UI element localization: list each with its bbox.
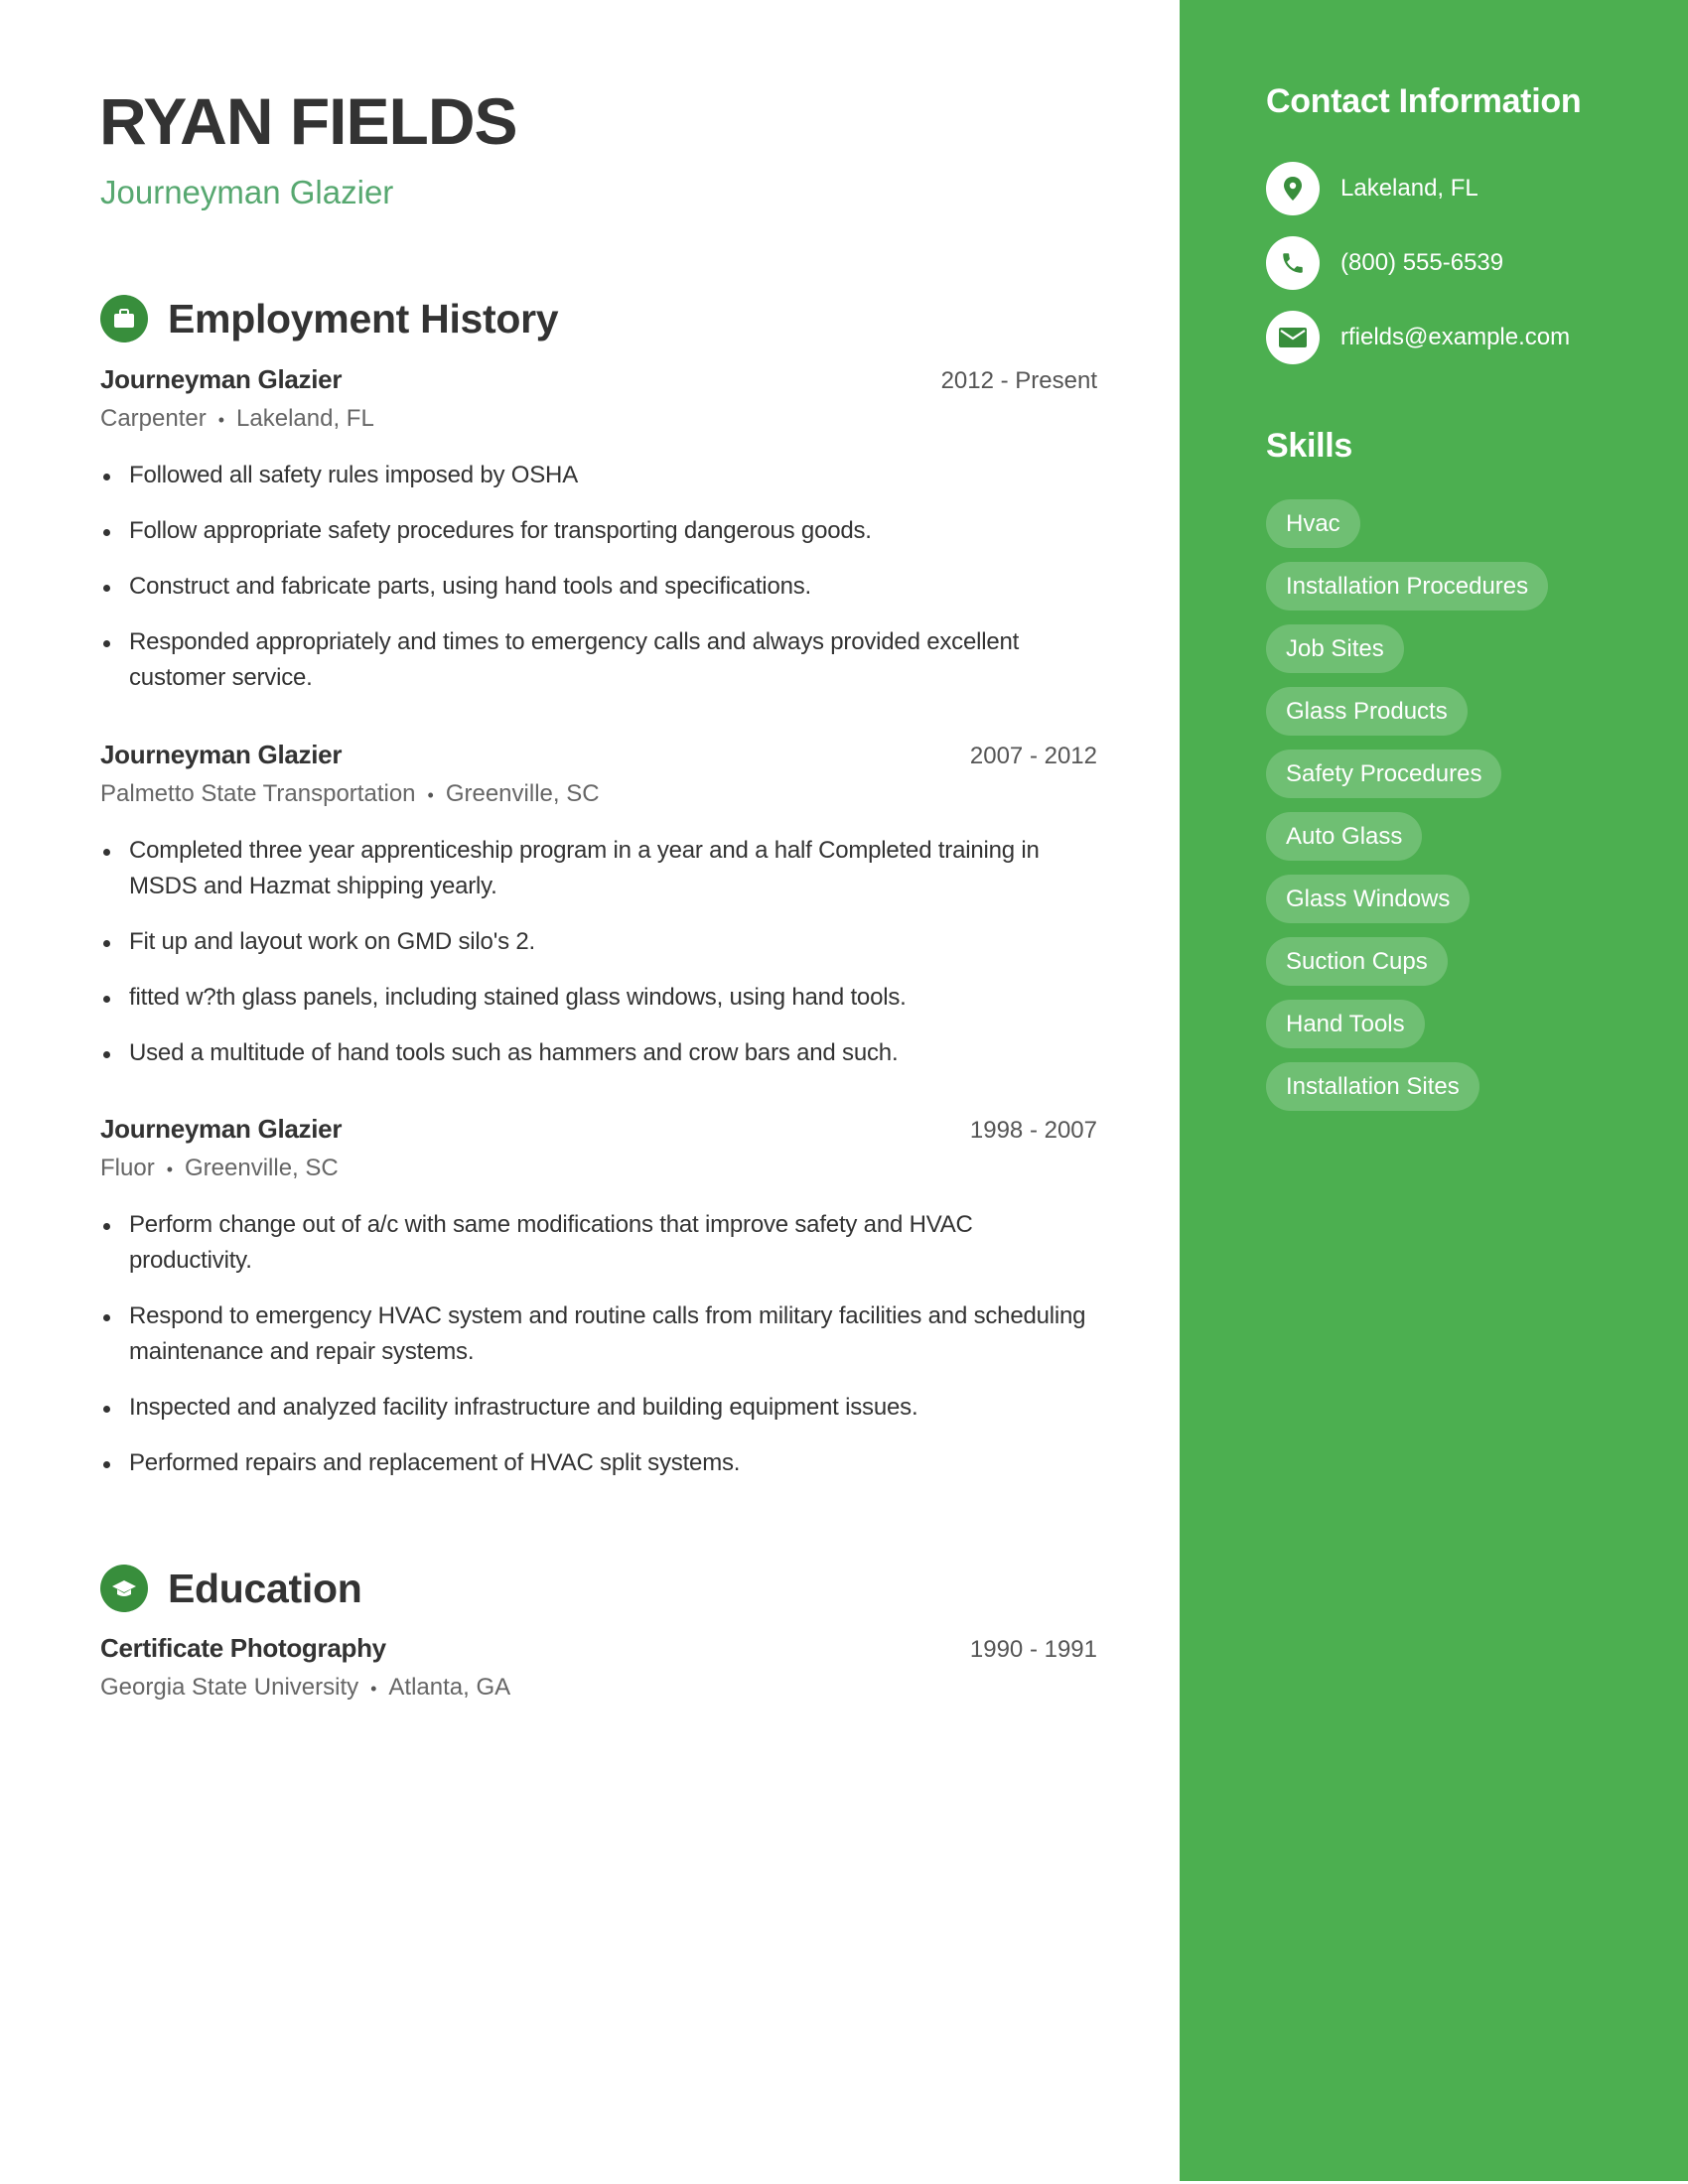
main-column: RYAN FIELDS Journeyman Glazier Employmen…	[0, 0, 1180, 2184]
contact-heading: Contact Information	[1266, 82, 1582, 120]
separator-dot: •	[370, 1678, 377, 1699]
job-dates: 2007 - 2012	[969, 743, 1097, 769]
job-meta: Fluor • Greenville, SC	[100, 1151, 1097, 1187]
school-name: Georgia State University	[100, 1674, 359, 1701]
contact-phone-text: (800) 555-6539	[1340, 249, 1504, 276]
job-bullet: Respond to emergency HVAC system and rou…	[100, 1298, 1097, 1370]
job-bullet: Performed repairs and replacement of HVA…	[100, 1445, 1097, 1481]
job-bullet: Used a multitude of hand tools such as h…	[100, 1035, 1097, 1071]
employment-heading: Employment History	[168, 296, 559, 341]
job-employer: Carpenter	[100, 405, 207, 432]
job-bullets: Completed three year apprenticeship prog…	[100, 833, 1097, 1071]
job-title: Journeyman Glazier	[100, 364, 343, 394]
education-meta: Georgia State University • Atlanta, GA	[100, 1670, 1097, 1706]
separator-dot: •	[427, 784, 434, 805]
skill-pill: Glass Products	[1266, 687, 1468, 736]
sidebar: Contact Information Lakeland, FL (800) 5…	[1180, 0, 1688, 2181]
skills-heading: Skills	[1266, 427, 1353, 465]
education-section-header: Education	[100, 1564, 362, 1613]
job-meta: Carpenter • Lakeland, FL	[100, 401, 1097, 438]
job-title: Journeyman Glazier	[100, 740, 343, 769]
job-bullet: Inspected and analyzed facility infrastr…	[100, 1390, 1097, 1426]
separator-dot: •	[217, 409, 225, 430]
skill-pill: Installation Sites	[1266, 1062, 1479, 1111]
job-bullet: Followed all safety rules imposed by OSH…	[100, 458, 1097, 493]
education-dates: 1990 - 1991	[969, 1636, 1097, 1663]
skill-pill: Suction Cups	[1266, 937, 1448, 986]
job-dates: 2012 - Present	[940, 367, 1097, 394]
employment-section-header: Employment History	[100, 294, 559, 343]
contact-email-text: rfields@example.com	[1340, 324, 1571, 350]
contact-location: Lakeland, FL	[1266, 162, 1478, 215]
skill-pill: Auto Glass	[1266, 812, 1423, 861]
job-location: Lakeland, FL	[236, 405, 374, 432]
job-bullet: Perform change out of a/c with same modi…	[100, 1207, 1097, 1279]
job-bullet: Construct and fabricate parts, using han…	[100, 569, 1097, 605]
job-title: Journeyman Glazier	[100, 1114, 343, 1144]
phone-icon	[1266, 236, 1320, 290]
job-bullet: fitted w?th glass panels, including stai…	[100, 980, 1097, 1016]
job-location: Greenville, SC	[185, 1155, 339, 1181]
candidate-title: Journeyman Glazier	[100, 174, 394, 210]
job-location: Greenville, SC	[445, 780, 600, 807]
skill-pill: Hand Tools	[1266, 1000, 1425, 1048]
skill-pill: Installation Procedures	[1266, 562, 1549, 611]
separator-dot: •	[166, 1159, 173, 1179]
job-entry: Journeyman Glazier 1998 - 2007 Fluor • Gre…	[100, 1111, 1097, 1501]
job-dates: 1998 - 2007	[969, 1117, 1097, 1144]
job-employer: Palmetto State Transportation	[100, 780, 416, 807]
degree-title: Certificate Photography	[100, 1633, 386, 1663]
job-bullet: Responded appropriately and times to eme…	[100, 624, 1097, 696]
skill-pill: Glass Windows	[1266, 875, 1471, 923]
job-bullet: Follow appropriate safety procedures for…	[100, 513, 1097, 549]
education-heading: Education	[168, 1566, 362, 1611]
job-bullet: Fit up and layout work on GMD silo's 2.	[100, 924, 1097, 960]
school-location: Atlanta, GA	[388, 1674, 511, 1701]
contact-phone: (800) 555-6539	[1266, 236, 1503, 290]
graduation-cap-icon	[100, 1565, 148, 1612]
skills-list: Hvac Installation Procedures Job Sites G…	[1266, 499, 1549, 1125]
job-bullets: Perform change out of a/c with same modi…	[100, 1207, 1097, 1481]
envelope-icon	[1266, 311, 1320, 364]
job-bullet: Completed three year apprenticeship prog…	[100, 833, 1097, 904]
contact-email: rfields@example.com	[1266, 311, 1570, 364]
skill-pill: Safety Procedures	[1266, 750, 1502, 798]
skill-pill: Hvac	[1266, 499, 1360, 548]
job-entry: Journeyman Glazier 2012 - Present Carpen…	[100, 361, 1097, 716]
skill-pill: Job Sites	[1266, 624, 1404, 673]
contact-location-text: Lakeland, FL	[1340, 175, 1478, 202]
job-employer: Fluor	[100, 1155, 155, 1181]
job-entry: Journeyman Glazier 2007 - 2012 Palmetto …	[100, 737, 1097, 1091]
job-meta: Palmetto State Transportation • Greenville…	[100, 776, 1097, 813]
location-pin-icon	[1266, 162, 1320, 215]
job-bullets: Followed all safety rules imposed by OSH…	[100, 458, 1097, 696]
candidate-name: RYAN FIELDS	[99, 84, 518, 158]
education-entry: Certificate Photography 1990 - 1991 Geor…	[100, 1630, 1097, 1706]
briefcase-icon	[100, 295, 148, 342]
